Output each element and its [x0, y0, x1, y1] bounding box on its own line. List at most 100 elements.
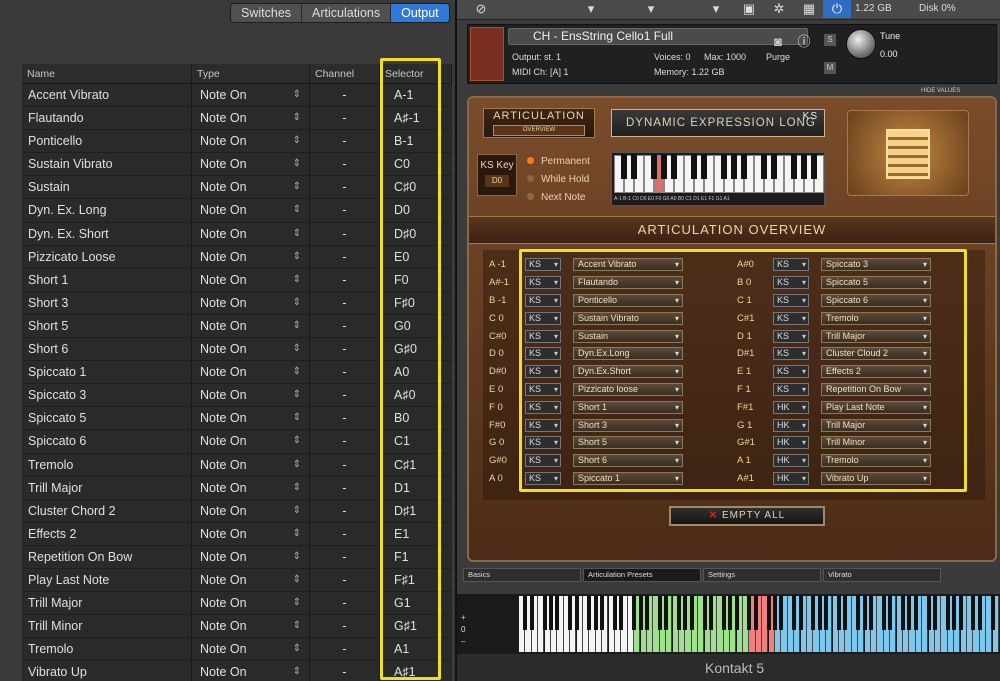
table-row[interactable]: Spiccato 3 Note On ⇕ - A♯0	[22, 384, 452, 408]
cell-type[interactable]: Note On ⇕	[192, 592, 310, 615]
cell-name[interactable]: Short 6	[22, 338, 192, 361]
overview-mode-select[interactable]: HK	[773, 418, 809, 432]
black-key[interactable]	[856, 596, 861, 630]
cell-name[interactable]: Pizzicato Loose	[22, 245, 192, 268]
column-header-selector[interactable]: Selector	[380, 64, 452, 83]
black-key[interactable]	[926, 596, 931, 630]
cell-selector[interactable]: C0	[380, 153, 452, 175]
cell-channel[interactable]: -	[310, 291, 380, 314]
ks-key-value[interactable]: D0	[485, 175, 509, 187]
cell-name[interactable]: Short 1	[22, 268, 192, 291]
stepper-icon[interactable]: ⇕	[293, 500, 301, 522]
cell-name[interactable]: Spiccato 1	[22, 361, 192, 384]
mini-black-key[interactable]	[811, 155, 817, 179]
cell-name[interactable]: Short 3	[22, 291, 192, 314]
cell-channel[interactable]: -	[310, 545, 380, 568]
black-key[interactable]	[587, 596, 592, 630]
black-key[interactable]	[881, 596, 886, 630]
stepper-icon[interactable]: ⇕	[293, 430, 301, 452]
black-key[interactable]	[709, 596, 713, 630]
black-key[interactable]	[600, 596, 605, 630]
black-key[interactable]	[677, 596, 681, 630]
table-row[interactable]: Tremolo Note On ⇕ - A1	[22, 638, 452, 662]
black-key[interactable]	[574, 596, 579, 630]
black-key[interactable]	[728, 596, 733, 630]
overview-articulation-select[interactable]: Flautando	[573, 276, 683, 290]
cell-type[interactable]: Note On ⇕	[192, 130, 310, 153]
cell-selector[interactable]: F♯1	[380, 569, 452, 591]
black-key[interactable]	[542, 596, 547, 630]
overview-mode-select[interactable]: HK	[773, 454, 809, 468]
cell-type[interactable]: Note On ⇕	[192, 314, 310, 338]
cell-channel[interactable]: -	[310, 638, 380, 661]
black-key[interactable]	[664, 596, 669, 630]
cell-type[interactable]: Note On ⇕	[192, 199, 310, 222]
octave-up-icon[interactable]: +	[461, 612, 466, 624]
stepper-icon[interactable]: ⇕	[293, 477, 301, 499]
overview-mode-select[interactable]: KS	[525, 365, 561, 379]
table-row[interactable]: Short 6 Note On ⇕ - G♯0	[22, 338, 452, 362]
stepper-icon[interactable]: ⇕	[293, 153, 301, 175]
black-key[interactable]	[843, 596, 848, 630]
cell-channel[interactable]: -	[310, 338, 380, 361]
output-label[interactable]: Output: st. 1	[512, 52, 561, 62]
table-row[interactable]: Flautando Note On ⇕ - A♯-1	[22, 107, 452, 131]
overview-articulation-select[interactable]: Pizzicato loose	[573, 382, 683, 396]
overview-articulation-select[interactable]: Tremolo	[821, 311, 931, 325]
octave-down-icon[interactable]: –	[461, 636, 466, 648]
cell-channel[interactable]: -	[310, 661, 380, 681]
table-row[interactable]: Short 3 Note On ⇕ - F♯0	[22, 291, 452, 315]
chevron-down-icon[interactable]: ▾	[577, 0, 605, 18]
articulation-selector[interactable]: DYNAMIC EXPRESSION LONG KS	[611, 109, 825, 137]
cell-selector[interactable]: G1	[380, 592, 452, 614]
overview-mode-select[interactable]: KS	[525, 329, 561, 343]
mini-black-key[interactable]	[731, 155, 737, 179]
cell-channel[interactable]: -	[310, 522, 380, 545]
stepper-icon[interactable]: ⇕	[293, 130, 301, 152]
overview-mode-select[interactable]: KS	[525, 347, 561, 361]
column-header-channel[interactable]: Channel	[310, 64, 380, 83]
chevron-down-icon[interactable]: ▾	[702, 0, 730, 18]
cell-name[interactable]: Dyn. Ex. Long	[22, 199, 192, 222]
column-header-type[interactable]: Type	[192, 64, 310, 83]
tab-articulation-presets[interactable]: Articulation Presets	[583, 568, 701, 582]
table-row[interactable]: Play Last Note Note On ⇕ - F♯1	[22, 568, 452, 593]
stepper-icon[interactable]: ⇕	[293, 107, 301, 129]
overview-mode-select[interactable]: KS	[773, 311, 809, 325]
cell-name[interactable]: Vibrato Up	[22, 661, 192, 681]
black-key[interactable]	[619, 596, 624, 630]
mode-permanent[interactable]: Permanent	[527, 156, 590, 167]
black-key[interactable]	[913, 596, 918, 630]
black-key[interactable]	[933, 596, 937, 630]
info-icon[interactable]: ⓘ	[790, 33, 818, 51]
overview-articulation-select[interactable]: Spiccato 6	[821, 293, 931, 307]
black-key[interactable]	[613, 596, 617, 630]
overview-articulation-select[interactable]: Vibrato Up	[821, 471, 931, 485]
black-key[interactable]	[638, 596, 643, 630]
cell-channel[interactable]: -	[310, 268, 380, 291]
cell-name[interactable]: Spiccato 5	[22, 407, 192, 430]
cell-selector[interactable]: A♯0	[380, 384, 452, 406]
black-key[interactable]	[773, 596, 777, 630]
cell-name[interactable]: Accent Vibrato	[22, 84, 192, 107]
cell-channel[interactable]: -	[310, 153, 380, 176]
overview-articulation-select[interactable]: Short 3	[573, 418, 683, 432]
overview-mode-select[interactable]: KS	[773, 329, 809, 343]
cell-selector[interactable]: G♯0	[380, 338, 452, 360]
cell-name[interactable]: Ponticello	[22, 130, 192, 153]
cell-channel[interactable]: -	[310, 430, 380, 453]
cell-type[interactable]: Note On ⇕	[192, 384, 310, 407]
overview-mode-select[interactable]: KS	[773, 258, 809, 272]
stepper-icon[interactable]: ⇕	[293, 592, 301, 614]
cell-name[interactable]: Play Last Note	[22, 568, 192, 592]
cell-name[interactable]: Tremolo	[22, 638, 192, 661]
cell-channel[interactable]: -	[310, 568, 380, 592]
black-key[interactable]	[869, 596, 873, 630]
cell-type[interactable]: Note On ⇕	[192, 476, 310, 499]
overview-articulation-select[interactable]: Play Last Note	[821, 400, 931, 414]
overview-articulation-select[interactable]: Short 1	[573, 400, 683, 414]
overview-mode-select[interactable]: KS	[525, 471, 561, 485]
cell-type[interactable]: Note On ⇕	[192, 545, 310, 568]
mini-black-key[interactable]	[651, 155, 657, 179]
black-key[interactable]	[901, 596, 905, 630]
